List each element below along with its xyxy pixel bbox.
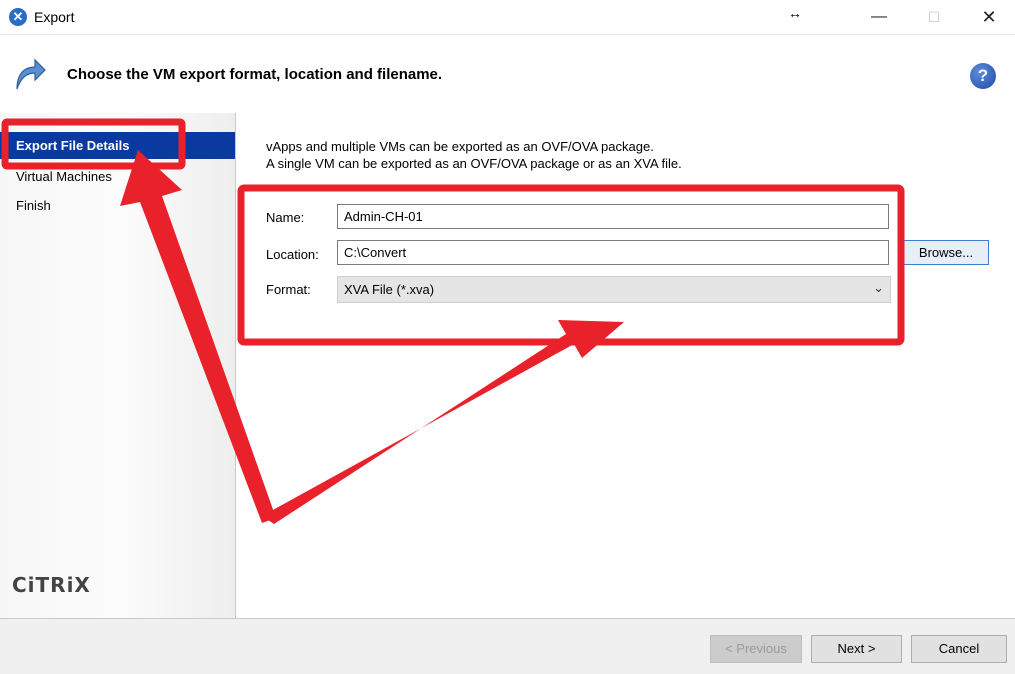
resize-cursor-icon: ↔ (788, 5, 802, 21)
main-panel (236, 113, 1015, 618)
xencenter-app-icon: ✕ (9, 8, 27, 26)
chevron-down-icon: ⌄ (873, 280, 884, 295)
step-export-file-details[interactable]: Export File Details (0, 132, 235, 159)
name-input[interactable]: Admin-CH-01 (337, 204, 889, 229)
step-finish[interactable]: Finish (0, 192, 235, 219)
close-button[interactable]: ✕ (966, 0, 1012, 34)
info-line-1: vApps and multiple VMs can be exported a… (266, 139, 654, 154)
cancel-button[interactable]: Cancel (911, 635, 1007, 663)
help-icon[interactable]: ? (970, 63, 996, 89)
minimize-button[interactable]: — (856, 0, 902, 34)
name-label: Name: (266, 210, 305, 225)
format-selected-value: XVA File (*.xva) (344, 282, 435, 297)
export-info-text: vApps and multiple VMs can be exported a… (266, 138, 682, 172)
export-arrow-icon (16, 58, 46, 90)
format-label: Format: (266, 282, 311, 297)
title-bar: ✕ Export ↔ — ☐ ✕ (0, 0, 1015, 34)
maximize-button[interactable]: ☐ (911, 0, 957, 34)
step-virtual-machines[interactable]: Virtual Machines (0, 163, 235, 190)
browse-button[interactable]: Browse... (903, 240, 989, 265)
next-button[interactable]: Next > (811, 635, 902, 663)
format-dropdown[interactable]: XVA File (*.xva) ⌄ (337, 276, 891, 303)
location-input[interactable]: C:\Convert (337, 240, 889, 265)
page-title: Choose the VM export format, location an… (67, 66, 443, 83)
previous-button[interactable]: < Previous (710, 635, 802, 663)
wizard-header: Choose the VM export format, location an… (0, 34, 1015, 114)
info-line-2: A single VM can be exported as an OVF/OV… (266, 156, 682, 171)
window-title: Export (34, 9, 75, 25)
citrix-logo: CiTRiX (12, 573, 91, 597)
location-label: Location: (266, 247, 319, 262)
